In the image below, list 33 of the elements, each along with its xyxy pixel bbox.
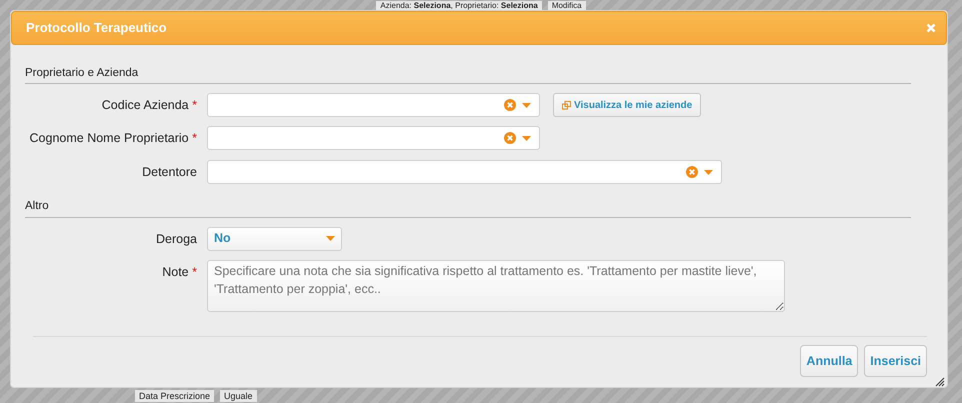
field-label: Cognome Nome Proprietario xyxy=(30,131,189,146)
dropdown-caret-icon[interactable] xyxy=(522,136,531,141)
note-field[interactable]: Specificare una nota che sia significativa rispetto al trattamento es. 'Trattamento per mastite lieve', 'Trattamento per zoppia', ecc.. xyxy=(207,260,785,312)
resize-grip-icon[interactable] xyxy=(935,377,945,387)
required-mark: * xyxy=(192,98,197,112)
view-companies-button[interactable]: Visualizza le mie aziende xyxy=(553,93,702,118)
clear-icon[interactable] xyxy=(686,166,698,178)
section-title: Altro xyxy=(25,198,911,218)
page-summary: Azienda: Seleziona, Proprietario: Seleziona xyxy=(376,1,542,10)
close-icon[interactable] xyxy=(926,23,936,33)
dropdown-caret-icon[interactable] xyxy=(704,170,713,175)
section-title: Proprietario e Azienda xyxy=(25,65,911,84)
combo-field[interactable] xyxy=(207,160,722,184)
dropdown-caret-icon[interactable] xyxy=(326,236,335,241)
combo-field[interactable] xyxy=(207,126,540,150)
field-label: Codice Azienda xyxy=(102,98,189,112)
select-field[interactable]: No xyxy=(207,226,342,250)
windows-icon[interactable] xyxy=(562,100,571,110)
field-label: Detentore xyxy=(142,165,197,180)
field-label: Deroga xyxy=(156,232,197,246)
filter-select[interactable]: Uguale xyxy=(220,390,257,402)
filter-label: Data Prescrizione xyxy=(135,390,214,402)
clear-icon[interactable] xyxy=(504,99,516,112)
required-mark: * xyxy=(192,131,197,146)
cancel-button[interactable]: Annulla xyxy=(800,345,858,377)
field-label: Note xyxy=(162,264,189,278)
edit-link[interactable]: Modifica xyxy=(548,1,586,10)
combo-field[interactable] xyxy=(207,93,540,118)
required-mark: * xyxy=(192,264,197,278)
insert-button[interactable]: Inserisci xyxy=(864,345,927,377)
dialog-title: Protocollo Terapeutico xyxy=(26,19,167,38)
clear-icon[interactable] xyxy=(504,132,516,144)
dropdown-caret-icon[interactable] xyxy=(522,102,531,108)
